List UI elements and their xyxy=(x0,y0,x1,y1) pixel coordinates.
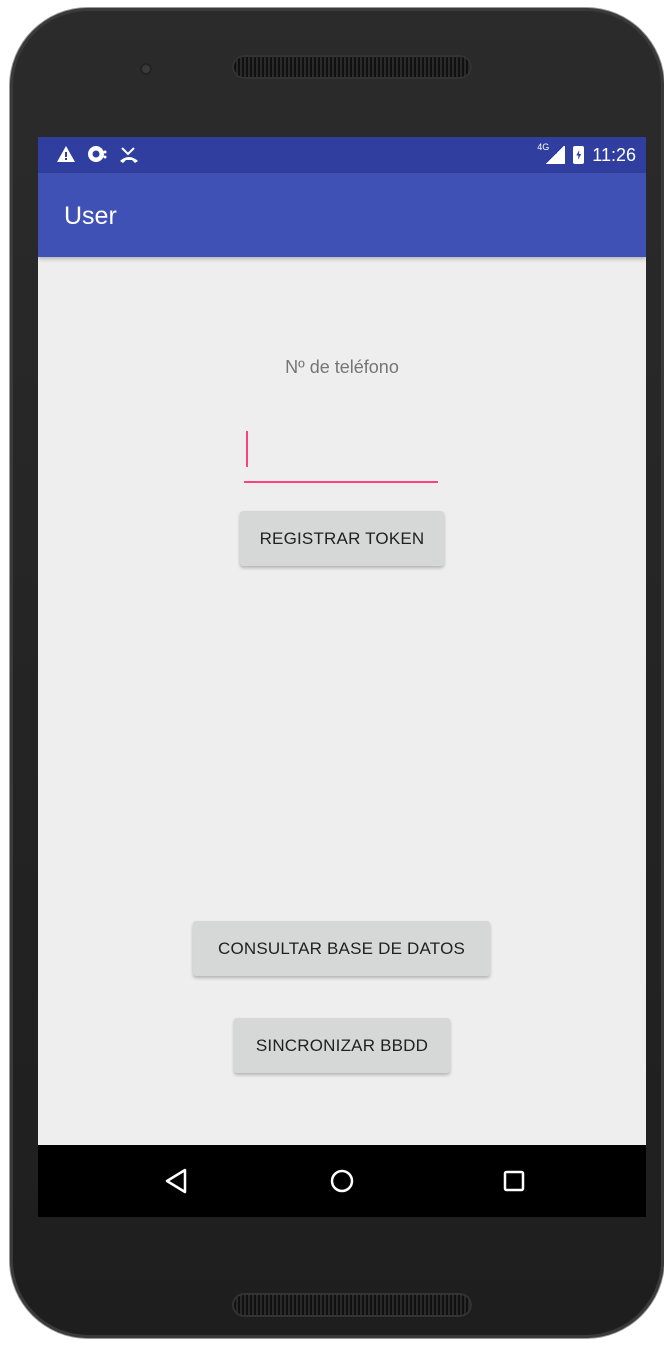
register-token-button[interactable]: REGISTRAR TOKEN xyxy=(240,511,444,566)
warning-icon xyxy=(56,144,76,169)
phone-number-input[interactable] xyxy=(244,427,438,483)
bottom-speaker xyxy=(232,1293,472,1317)
notification-icons xyxy=(56,144,140,169)
query-database-button[interactable]: CONSULTAR BASE DE DATOS xyxy=(193,921,490,976)
text-cursor xyxy=(246,431,248,467)
cell-signal-icon: 4G xyxy=(537,142,566,164)
battery-charging-icon xyxy=(573,146,585,164)
network-type: 4G xyxy=(537,142,550,152)
navigation-bar xyxy=(38,1145,646,1217)
clock: 11:26 xyxy=(592,145,636,165)
missed-call-icon xyxy=(118,144,140,169)
back-icon[interactable] xyxy=(160,1165,192,1197)
home-icon[interactable] xyxy=(326,1165,358,1197)
app-screen: 4G 11:26 User Nº de teléfono REGISTRAR T… xyxy=(38,137,646,1217)
status-bar: 4G 11:26 xyxy=(38,137,646,173)
app-toolbar: User xyxy=(38,173,646,257)
top-speaker xyxy=(232,55,472,79)
front-camera xyxy=(140,63,152,75)
recents-icon[interactable] xyxy=(498,1165,530,1197)
page-title: User xyxy=(64,202,117,230)
system-indicators: 4G 11:26 xyxy=(537,142,636,166)
signal-chat-icon xyxy=(86,144,108,169)
phone-number-label: Nº de teléfono xyxy=(285,357,399,377)
sync-database-button[interactable]: SINCRONIZAR BBDD xyxy=(234,1018,450,1073)
